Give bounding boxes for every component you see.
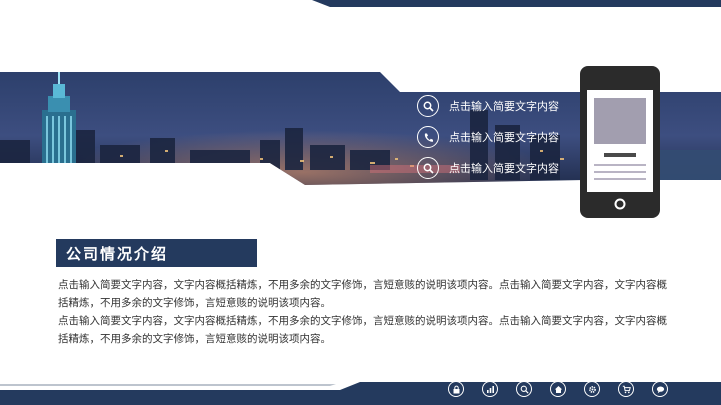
section-title: 公司情况介绍: [66, 245, 169, 263]
bar-chart-icon[interactable]: [482, 381, 498, 397]
chat-icon[interactable]: [652, 381, 668, 397]
gear-icon[interactable]: [584, 381, 600, 397]
lock-icon[interactable]: [448, 381, 464, 397]
banner-link-3[interactable]: 点击输入简要文字内容: [417, 155, 559, 181]
banner-link-2[interactable]: 点击输入简要文字内容: [417, 124, 559, 150]
cart-icon[interactable]: [618, 381, 634, 397]
paragraph: 点击输入简要文字内容，文字内容概括精炼，不用多余的文字修饰，言短意赅的说明该项内…: [58, 279, 667, 309]
search-icon[interactable]: [516, 381, 532, 397]
search-icon: [417, 157, 439, 179]
paragraph: 点击输入简要文字内容，文字内容概括精炼，不用多余的文字修饰，言短意赅的说明该项内…: [58, 315, 667, 345]
phone-icon: [417, 126, 439, 148]
phone-mockup: [580, 66, 660, 218]
top-stripe: [312, 0, 721, 7]
banner-link-label: 点击输入简要文字内容: [449, 100, 559, 113]
section-body: 点击输入简要文字内容，文字内容概括精炼，不用多余的文字修饰，言短意赅的说明该项内…: [58, 276, 673, 348]
banner-link-label: 点击输入简要文字内容: [449, 131, 559, 144]
banner-link-1[interactable]: 点击输入简要文字内容: [417, 93, 559, 119]
banner-link-label: 点击输入简要文字内容: [449, 162, 559, 175]
search-icon: [417, 95, 439, 117]
section-heading-bar: 公司情况介绍: [56, 239, 257, 267]
home-icon[interactable]: [550, 381, 566, 397]
